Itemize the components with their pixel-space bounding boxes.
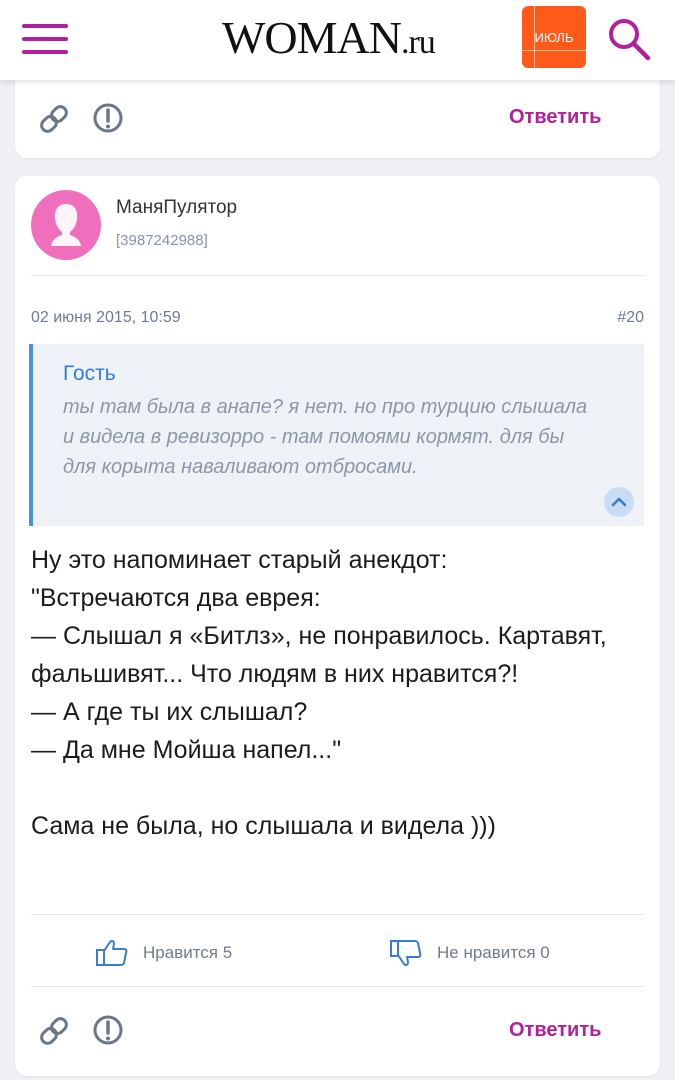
comment-card: МаняПулятор [3987242988] 02 июня 2015, 1… — [15, 176, 660, 1076]
comment-author-id: [3987242988] — [116, 232, 208, 249]
quoted-comment: Гость ты там была в анапе? я нет. но про… — [29, 344, 644, 526]
logo-main: WOMAN — [222, 12, 402, 63]
like-button[interactable]: Нравится 5 — [95, 939, 233, 966]
divider — [31, 914, 644, 915]
link-icon[interactable] — [37, 102, 71, 141]
avatar[interactable] — [31, 190, 101, 260]
month-badge[interactable]: ИЮЛЬ — [522, 6, 586, 68]
site-header: WOMAN.ru ИЮЛЬ — [0, 0, 675, 80]
comment-author[interactable]: МаняПулятор — [116, 197, 237, 219]
like-label: Нравится 5 — [143, 943, 233, 962]
reply-button[interactable]: Ответить — [509, 106, 601, 129]
site-logo[interactable]: WOMAN.ru — [222, 8, 436, 68]
quote-text: ты там была в анапе? я нет. но про турци… — [63, 396, 588, 478]
user-silhouette-icon — [51, 204, 81, 246]
link-icon[interactable] — [37, 1014, 71, 1053]
thumbs-down-icon — [390, 940, 422, 967]
search-icon[interactable] — [604, 12, 656, 64]
complaint-icon[interactable] — [91, 1014, 125, 1053]
logo-suffix: .ru — [400, 24, 436, 61]
comment-date: 02 июня 2015, 10:59 — [31, 309, 181, 326]
thumbs-up-icon — [96, 939, 128, 966]
chevron-up-icon[interactable] — [604, 487, 634, 517]
dislike-button[interactable]: Не нравится 0 — [389, 940, 550, 967]
complaint-icon[interactable] — [91, 102, 125, 141]
divider — [31, 275, 644, 276]
comment-number[interactable]: #20 — [617, 309, 644, 327]
dislike-label: Не нравится 0 — [437, 943, 550, 962]
quote-author: Гость — [63, 362, 116, 385]
reply-button[interactable]: Ответить — [509, 1019, 601, 1042]
divider — [31, 986, 644, 987]
month-badge-label: ИЮЛЬ — [534, 29, 574, 45]
hamburger-icon[interactable] — [22, 22, 68, 56]
comment-body: Ну это напоминает старый анекдот: "Встре… — [31, 546, 607, 840]
